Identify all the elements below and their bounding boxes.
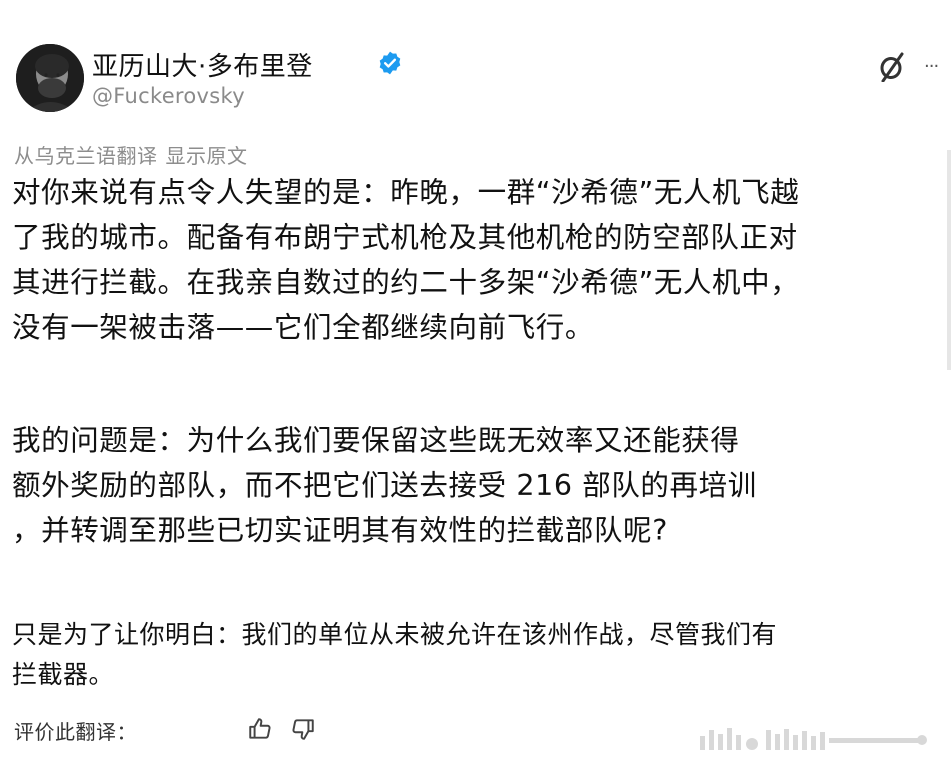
tweet-paragraph-2: 我的问题是：为什么我们要保留这些既无效率又还能获得 额外奖励的部队，而不把它们送…: [12, 424, 757, 547]
author-display-name[interactable]: 亚历山大·多布里登: [92, 46, 313, 83]
verified-badge-icon: [379, 51, 401, 75]
thumb-up-icon[interactable]: [247, 716, 273, 742]
tweet-paragraph-3: 只是为了让你明白：我们的单位从未被允许在该州作战，尽管我们有 拦截器。: [12, 620, 778, 689]
translated-from-label: 从乌克兰语翻译: [14, 144, 158, 168]
avatar[interactable]: [16, 44, 84, 112]
thumb-down-icon[interactable]: [290, 716, 316, 742]
scroll-edge: [947, 150, 951, 370]
show-original-link[interactable]: 显示原文: [166, 144, 248, 168]
grok-slash-icon[interactable]: [878, 52, 906, 82]
tweet-paragraph-1: 对你来说有点令人失望的是：昨晚，一群“沙希德”无人机飞越 了我的城市。配备有布朗…: [12, 176, 800, 344]
tweet-screenshot: 亚历山大·多布里登 @Fuckerovsky ··· 从乌克兰语翻译 显示原文 对…: [0, 0, 951, 775]
avatar-photo-icon: [16, 44, 84, 112]
author-handle[interactable]: @Fuckerovsky: [92, 84, 245, 108]
rate-translation-label: 评价此翻译：: [14, 720, 137, 744]
more-dots-icon[interactable]: ···: [924, 56, 939, 77]
watermark-logo: [700, 728, 927, 750]
translation-note: 从乌克兰语翻译 显示原文: [14, 140, 248, 169]
